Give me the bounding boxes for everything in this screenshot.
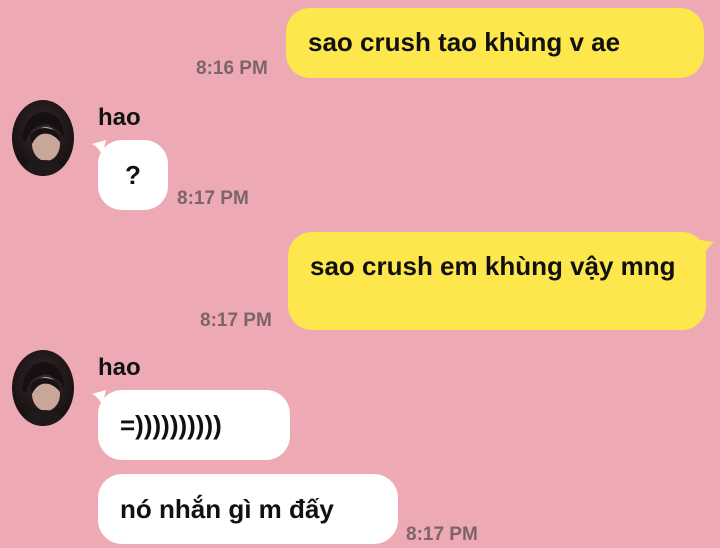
user-avatar-icon bbox=[12, 100, 74, 176]
sender-name: hao bbox=[98, 354, 141, 381]
message-bubble-outgoing[interactable]: sao crush em khùng vậy mng bbox=[288, 232, 706, 330]
message-text: nó nhắn gì m đấy bbox=[120, 494, 334, 524]
message-text: =)))))))))) bbox=[120, 410, 222, 440]
message-bubble-outgoing[interactable]: sao crush tao khùng v ae bbox=[286, 8, 704, 78]
sender-avatar[interactable] bbox=[12, 100, 74, 176]
message-bubble-incoming[interactable]: nó nhắn gì m đấy bbox=[98, 474, 398, 544]
sender-avatar[interactable] bbox=[12, 350, 74, 426]
bubble-tail bbox=[700, 240, 714, 256]
message-timestamp: 8:16 PM bbox=[196, 58, 268, 79]
message-timestamp: 8:17 PM bbox=[177, 188, 249, 209]
message-bubble-incoming[interactable]: =)))))))))) bbox=[98, 390, 290, 460]
message-text: ? bbox=[125, 160, 141, 190]
message-timestamp: 8:17 PM bbox=[406, 524, 478, 545]
message-text: sao crush em khùng vậy mng bbox=[310, 251, 676, 281]
user-avatar-icon bbox=[12, 350, 74, 426]
message-text: sao crush tao khùng v ae bbox=[308, 27, 621, 57]
sender-name: hao bbox=[98, 104, 141, 131]
message-bubble-incoming[interactable]: ? bbox=[98, 140, 168, 210]
message-timestamp: 8:17 PM bbox=[200, 310, 272, 331]
